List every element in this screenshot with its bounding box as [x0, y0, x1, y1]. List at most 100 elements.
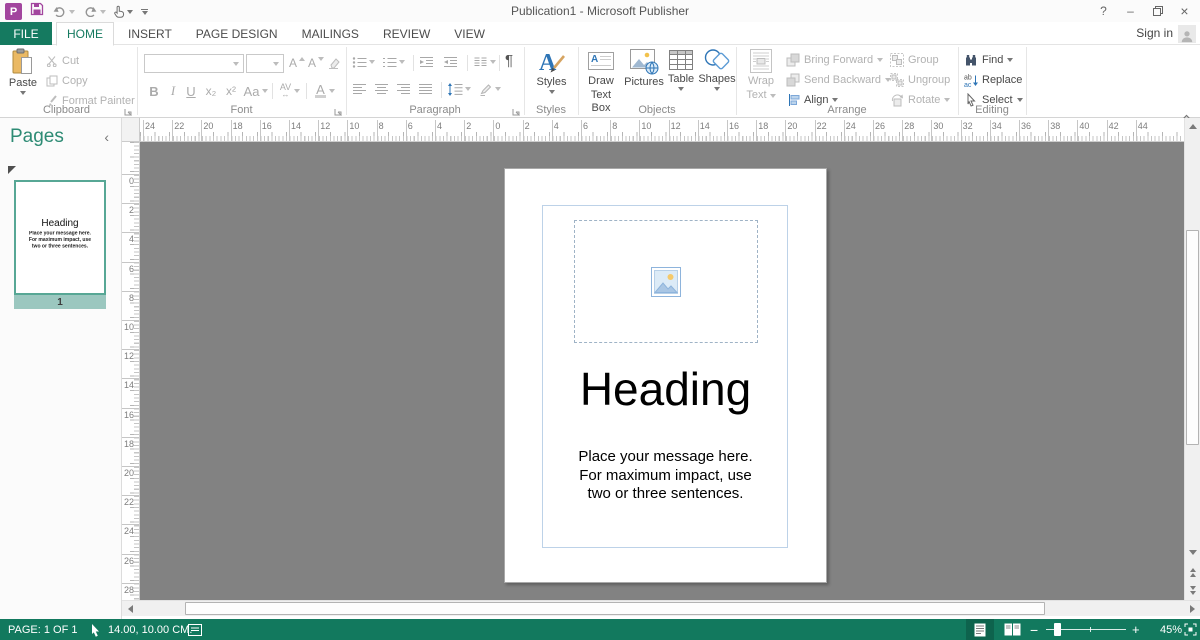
table-button[interactable]: Table [664, 48, 698, 91]
font-name-combo[interactable] [144, 54, 244, 73]
tab-view[interactable]: VIEW [444, 22, 495, 45]
close-button[interactable]: × [1171, 0, 1198, 22]
page-thumbnail[interactable]: Heading Place your message here. For max… [14, 180, 106, 295]
page-indicator[interactable]: PAGE: 1 OF 1 [8, 619, 78, 640]
cursor-coordinates[interactable]: 14.00, 10.00 CM. [108, 619, 192, 640]
publisher-app-icon[interactable]: P [5, 3, 22, 20]
fit-page-button[interactable] [1184, 619, 1197, 640]
ungroup-button[interactable]: Ungroup [890, 71, 950, 89]
align-right-button[interactable] [396, 80, 411, 98]
page-number-badge[interactable]: 1 [14, 295, 106, 309]
publication-page[interactable]: Heading Place your message here. For max… [504, 168, 827, 583]
pages-section-expander-icon[interactable] [8, 166, 16, 174]
align-center-button[interactable] [374, 80, 389, 98]
cut-button[interactable]: Cut [46, 52, 79, 70]
align-left-button[interactable] [352, 80, 367, 98]
picture-placeholder[interactable] [574, 220, 758, 343]
minimize-button[interactable]: – [1117, 0, 1144, 22]
horizontal-scrollbar[interactable] [122, 600, 1200, 616]
increase-indent-button[interactable] [443, 53, 458, 71]
scroll-right-button[interactable] [1184, 601, 1200, 616]
redo-dropdown-caret[interactable] [100, 10, 106, 14]
account-avatar-icon[interactable] [1178, 25, 1196, 43]
wrap-text-button[interactable]: Wrap Text [742, 48, 780, 102]
hyphenation-button[interactable] [479, 80, 501, 98]
character-spacing-button[interactable]: AV↔ [277, 81, 303, 101]
numbering-button[interactable] [382, 53, 405, 71]
columns-button[interactable] [473, 53, 496, 71]
bullets-button[interactable] [352, 53, 375, 71]
copy-button[interactable]: Copy [46, 72, 88, 90]
undo-dropdown-caret[interactable] [69, 10, 75, 14]
bold-button[interactable]: B [146, 81, 162, 101]
undo-button[interactable] [52, 6, 75, 17]
single-page-view-button[interactable] [966, 619, 994, 640]
vertical-ruler[interactable]: 0246810121416182022242628 [122, 142, 140, 600]
scroll-up-button[interactable] [1185, 118, 1200, 134]
vertical-scroll-thumb[interactable] [1186, 230, 1199, 445]
font-color-button[interactable]: A [312, 81, 338, 101]
pictures-button[interactable]: Pictures [624, 48, 664, 89]
horizontal-scroll-thumb[interactable] [185, 602, 1045, 615]
grow-font-button[interactable]: A [289, 54, 305, 72]
tab-file[interactable]: FILE [0, 22, 52, 45]
sign-in-link[interactable]: Sign in [1136, 23, 1173, 45]
paste-caret[interactable] [20, 91, 26, 95]
subscript-button[interactable]: x₂ [202, 81, 220, 101]
decrease-indent-button[interactable] [419, 53, 434, 71]
font-name-caret[interactable] [229, 55, 243, 72]
scroll-down-button[interactable] [1185, 544, 1200, 560]
superscript-button[interactable]: x² [222, 81, 240, 101]
tab-mailings[interactable]: MAILINGS [292, 22, 369, 45]
group-button[interactable]: Group [890, 51, 939, 69]
tab-review[interactable]: REVIEW [373, 22, 440, 45]
previous-page-button[interactable] [1185, 564, 1200, 580]
horizontal-ruler[interactable]: 2422201816141210864202468101214161820222… [140, 118, 1184, 142]
shrink-font-button[interactable]: A [308, 54, 324, 72]
scroll-left-button[interactable] [122, 601, 138, 616]
clear-formatting-button[interactable] [327, 54, 340, 72]
object-size-indicator-icon[interactable] [188, 619, 202, 640]
touch-mode-button[interactable] [114, 5, 133, 18]
tab-page-design[interactable]: PAGE DESIGN [186, 22, 288, 45]
font-size-caret[interactable] [269, 55, 283, 72]
shapes-caret[interactable] [714, 87, 720, 91]
save-button[interactable] [30, 2, 44, 21]
workspace[interactable]: Heading Place your message here. For max… [140, 142, 1184, 600]
tab-home[interactable]: HOME [56, 22, 114, 46]
table-caret[interactable] [678, 87, 684, 91]
svg-text:ab: ab [964, 75, 972, 82]
paste-button[interactable]: Paste [4, 48, 42, 95]
justify-button[interactable] [418, 80, 433, 98]
next-page-button[interactable] [1185, 582, 1200, 598]
restore-button[interactable] [1144, 0, 1171, 22]
two-page-spread-view-button[interactable] [998, 619, 1026, 640]
change-case-button[interactable]: Aa [243, 81, 269, 101]
heading-text-box[interactable]: Heading [505, 362, 826, 416]
styles-button[interactable]: A Styles [528, 48, 575, 94]
zoom-in-button[interactable]: + [1132, 619, 1140, 640]
find-button[interactable]: Find [964, 51, 1013, 69]
line-spacing-button[interactable] [447, 80, 471, 98]
replace-button[interactable]: abac Replace [964, 71, 1022, 89]
touch-mode-caret[interactable] [127, 10, 133, 14]
styles-caret[interactable] [549, 90, 555, 94]
tab-insert[interactable]: INSERT [118, 22, 182, 45]
zoom-out-button[interactable]: − [1030, 619, 1038, 640]
italic-button[interactable]: I [166, 81, 180, 101]
underline-button[interactable]: U [184, 81, 198, 101]
customize-qat-button[interactable] [141, 9, 148, 15]
redo-button[interactable] [83, 6, 106, 17]
shapes-button[interactable]: Shapes [698, 48, 736, 91]
zoom-slider-thumb[interactable] [1054, 623, 1061, 636]
send-backward-button[interactable]: Send Backward [786, 71, 891, 89]
body-text-box[interactable]: Place your message here. For maximum imp… [505, 448, 826, 504]
help-button[interactable]: ? [1090, 0, 1117, 22]
zoom-level[interactable]: 45% [1148, 619, 1182, 640]
cut-icon [46, 55, 58, 67]
font-size-combo[interactable] [246, 54, 284, 73]
bring-forward-button[interactable]: Bring Forward [786, 51, 883, 69]
pages-panel-collapse-chevron[interactable]: ‹ [104, 129, 109, 145]
special-characters-button[interactable]: ¶ [505, 51, 513, 69]
vertical-scrollbar[interactable] [1184, 118, 1200, 600]
